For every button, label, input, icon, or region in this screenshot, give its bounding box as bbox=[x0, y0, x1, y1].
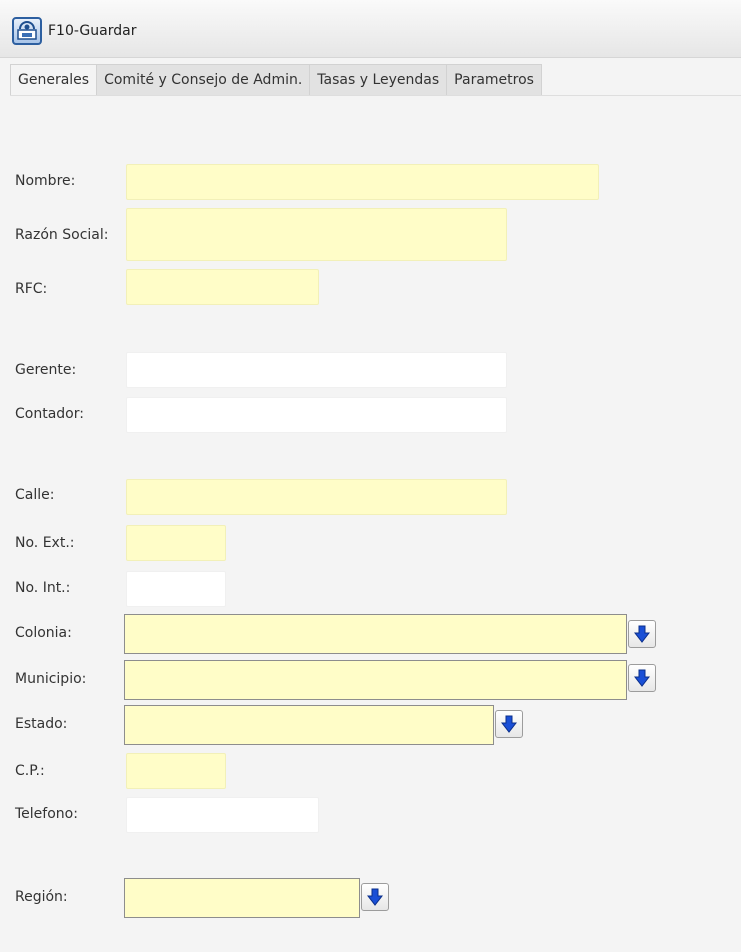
cp-input[interactable] bbox=[126, 753, 226, 789]
save-icon bbox=[12, 17, 42, 45]
municipio-label: Municipio: bbox=[15, 671, 87, 687]
nombre-label: Nombre: bbox=[15, 173, 76, 189]
rfc-label: RFC: bbox=[15, 281, 48, 297]
arrow-down-icon bbox=[634, 669, 650, 687]
tab-parametros[interactable]: Parametros bbox=[447, 64, 542, 96]
municipio-dropdown-button[interactable] bbox=[628, 664, 656, 692]
gerente-label: Gerente: bbox=[15, 362, 77, 378]
arrow-down-icon bbox=[367, 888, 383, 906]
rfc-input[interactable] bbox=[126, 269, 319, 305]
municipio-input[interactable] bbox=[124, 660, 627, 700]
save-button[interactable]: F10-Guardar bbox=[12, 16, 136, 46]
contador-label: Contador: bbox=[15, 406, 84, 422]
tab-bar: Generales Comité y Consejo de Admin. Tas… bbox=[10, 64, 542, 96]
tab-divider bbox=[10, 95, 741, 96]
contador-input[interactable] bbox=[126, 397, 507, 433]
razon-social-input[interactable] bbox=[126, 208, 507, 261]
no-int-input[interactable] bbox=[126, 571, 226, 607]
estado-label: Estado: bbox=[15, 716, 68, 732]
no-ext-label: No. Ext.: bbox=[15, 535, 75, 551]
estado-dropdown-button[interactable] bbox=[495, 710, 523, 738]
region-dropdown-button[interactable] bbox=[361, 883, 389, 911]
estado-input[interactable] bbox=[124, 705, 494, 745]
telefono-label: Telefono: bbox=[15, 806, 78, 822]
arrow-down-icon bbox=[634, 625, 650, 643]
calle-input[interactable] bbox=[126, 479, 507, 515]
save-label: F10-Guardar bbox=[48, 23, 137, 39]
tab-generales[interactable]: Generales bbox=[10, 64, 98, 96]
cp-label: C.P.: bbox=[15, 763, 45, 779]
no-int-label: No. Int.: bbox=[15, 580, 71, 596]
colonia-label: Colonia: bbox=[15, 625, 72, 641]
nombre-input[interactable] bbox=[126, 164, 599, 200]
arrow-down-icon bbox=[501, 715, 517, 733]
toolbar: F10-Guardar bbox=[0, 0, 741, 58]
gerente-input[interactable] bbox=[126, 352, 507, 388]
no-ext-input[interactable] bbox=[126, 525, 226, 561]
colonia-dropdown-button[interactable] bbox=[628, 620, 656, 648]
tab-comite[interactable]: Comité y Consejo de Admin. bbox=[97, 64, 311, 96]
razon-social-label: Razón Social: bbox=[15, 227, 109, 243]
tab-tasas-leyendas[interactable]: Tasas y Leyendas bbox=[310, 64, 448, 96]
region-label: Región: bbox=[15, 889, 68, 905]
calle-label: Calle: bbox=[15, 487, 55, 503]
telefono-input[interactable] bbox=[126, 797, 319, 833]
region-input[interactable] bbox=[124, 878, 360, 918]
colonia-input[interactable] bbox=[124, 614, 627, 654]
